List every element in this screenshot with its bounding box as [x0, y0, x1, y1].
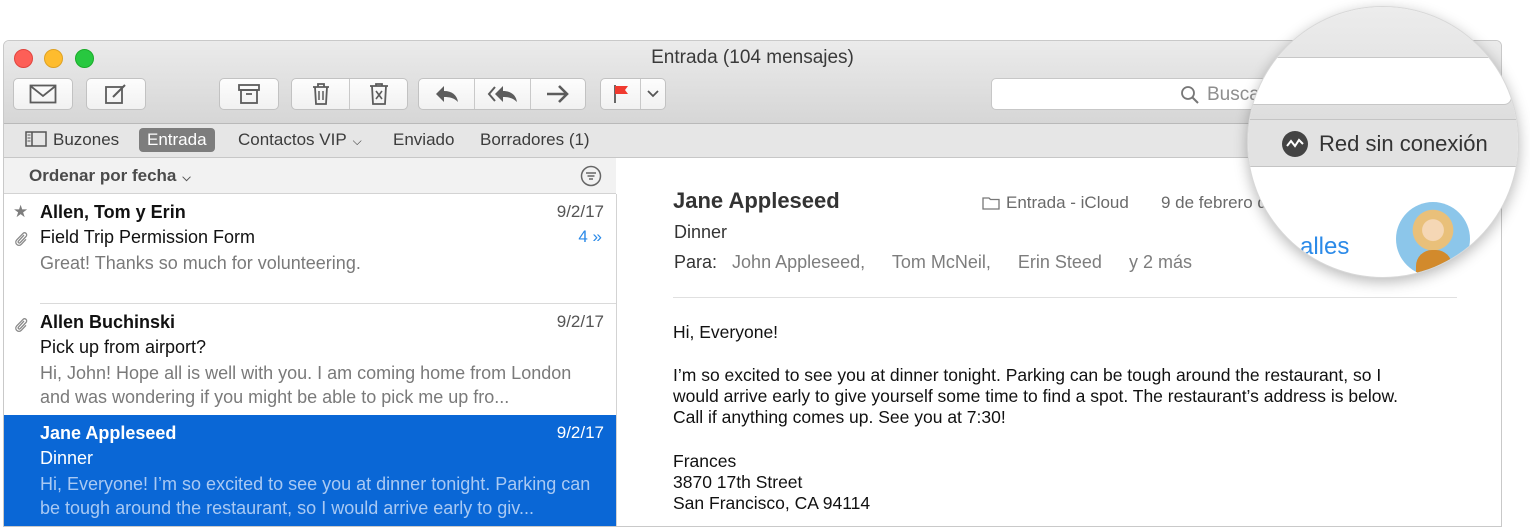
- message-sender: Allen, Tom y Erin: [40, 202, 186, 222]
- offline-activity-icon: [1282, 131, 1308, 157]
- thread-count[interactable]: 4 »: [578, 227, 602, 247]
- message-sender: Allen Buchinski: [40, 312, 176, 332]
- avatar: [1396, 202, 1470, 276]
- message-subject: Dinner: [40, 448, 94, 468]
- header-divider: [673, 297, 1457, 298]
- flag-menu-button[interactable]: [641, 79, 665, 109]
- favorite-inbox[interactable]: Entrada: [139, 128, 215, 152]
- message-date: 9/2/17: [556, 423, 604, 442]
- archive-icon: [238, 84, 260, 104]
- message-preview: Great! Thanks so much for volunteering.: [40, 253, 361, 273]
- mailboxes-label: Buzones: [53, 130, 120, 149]
- compose-icon: [105, 84, 126, 104]
- magnified-toolbar: [1248, 7, 1518, 119]
- message-preview: Hi, John! Hope all is well with you. I a…: [40, 363, 572, 407]
- delete-button[interactable]: [292, 79, 350, 109]
- paperclip-icon: [15, 318, 28, 333]
- reply-all-button[interactable]: [475, 79, 531, 109]
- flag-group: [600, 78, 666, 110]
- chevron-down-icon: ⌵: [182, 172, 191, 184]
- recipient[interactable]: Erin Steed: [1018, 252, 1102, 272]
- mailbox-label: Entrada - iCloud: [1006, 193, 1129, 212]
- reply-icon: [435, 86, 458, 102]
- archive-button[interactable]: [219, 78, 279, 110]
- favorite-sent[interactable]: Enviado: [385, 128, 462, 152]
- reply-all-icon: [487, 86, 517, 102]
- reply-group: [418, 78, 586, 110]
- search-icon: [1181, 86, 1199, 104]
- sort-bar: Ordenar por fecha ⌵: [4, 158, 616, 194]
- reply-button[interactable]: [419, 79, 476, 109]
- chevron-down-icon: ⌵: [352, 134, 362, 148]
- more-recipients[interactable]: y 2 más: [1129, 252, 1192, 272]
- offline-status-label: Red sin conexión: [1319, 131, 1488, 156]
- magnified-search-field: [1248, 57, 1512, 105]
- body-line: I’m so excited to see you at dinner toni…: [673, 365, 1382, 385]
- flag-icon: [613, 85, 628, 103]
- forward-button[interactable]: [531, 79, 585, 109]
- message-subject: Pick up from airport?: [40, 337, 207, 357]
- body-greeting: Hi, Everyone!: [673, 322, 779, 342]
- chevron-down-icon: [647, 90, 659, 98]
- favorite-vip[interactable]: Contactos VIP ⌵: [230, 128, 370, 152]
- message-sender: Jane Appleseed: [40, 423, 177, 443]
- magnified-status-bar: Red sin conexión: [1248, 119, 1518, 167]
- sidebar-icon: [25, 131, 47, 147]
- offline-status[interactable]: Red sin conexión: [1281, 130, 1488, 158]
- sort-menu[interactable]: Ordenar por fecha ⌵: [29, 166, 191, 186]
- body-line: Call if anything comes up. See you at 7:…: [673, 407, 1006, 427]
- envelope-icon: [29, 84, 57, 104]
- junk-button[interactable]: [350, 79, 407, 109]
- message-list: ★ Allen, Tom y Erin 9/2/17 Field Trip Pe…: [4, 194, 617, 526]
- junk-icon: [369, 83, 388, 105]
- get-mail-button[interactable]: [13, 78, 73, 110]
- recipients: Para: John Appleseed, Tom McNeil, Erin S…: [674, 252, 1214, 273]
- body-line: would arrive early to give yourself some…: [673, 386, 1398, 406]
- magnifier-callout: Red sin conexión alles: [1247, 6, 1519, 278]
- delete-junk-group: [291, 78, 408, 110]
- message-date-full: 9 de febrero d: [1161, 193, 1267, 212]
- to-label: Para:: [674, 252, 718, 272]
- message-subject-header: Dinner: [674, 222, 728, 242]
- message-row[interactable]: Allen Buchinski 9/2/17 Pick up from airp…: [4, 304, 616, 414]
- favorite-drafts[interactable]: Borradores (1): [472, 128, 598, 152]
- star-icon: ★: [13, 202, 29, 221]
- folder-icon: [982, 197, 1000, 210]
- recipient[interactable]: John Appleseed,: [732, 252, 865, 272]
- signature-line: Frances: [673, 451, 737, 471]
- flag-button[interactable]: [601, 79, 641, 109]
- forward-icon: [546, 85, 569, 103]
- filter-icon[interactable]: [580, 165, 602, 187]
- avatar-shirt: [1416, 250, 1452, 276]
- message-from: Jane Appleseed: [673, 188, 840, 213]
- message-row[interactable]: ★ Allen, Tom y Erin 9/2/17 Field Trip Pe…: [4, 194, 616, 304]
- compose-button[interactable]: [86, 78, 146, 110]
- vip-label: Contactos VIP: [238, 130, 347, 149]
- message-row-selected[interactable]: Jane Appleseed 9/2/17 Dinner Hi, Everyon…: [4, 415, 616, 526]
- sort-label: Ordenar por fecha: [29, 166, 177, 185]
- message-preview: Hi, Everyone! I’m so excited to see you …: [40, 474, 591, 518]
- signature-line: San Francisco, CA 94114: [673, 493, 871, 513]
- trash-icon: [312, 83, 329, 105]
- message-date: 9/2/17: [556, 202, 604, 221]
- details-link[interactable]: alles: [1300, 233, 1349, 261]
- recipient[interactable]: Tom McNeil,: [892, 252, 991, 272]
- mailboxes-button[interactable]: Buzones: [17, 128, 127, 152]
- message-subject: Field Trip Permission Form: [40, 227, 256, 247]
- signature-line: 3870 17th Street: [673, 472, 803, 492]
- message-date: 9/2/17: [556, 312, 604, 331]
- message-mailbox: Entrada - iCloud: [982, 193, 1129, 213]
- paperclip-icon: [15, 232, 28, 247]
